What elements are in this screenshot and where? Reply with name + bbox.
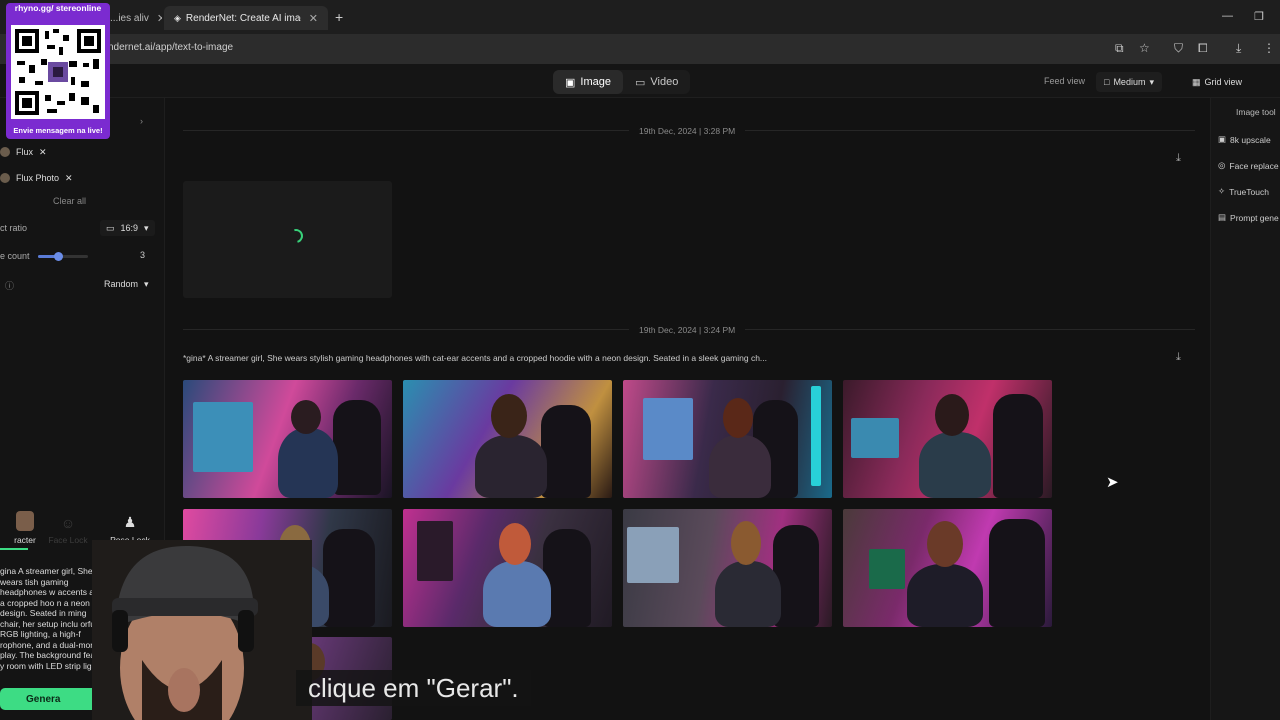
screen: ...ies aliv ✕ ◈ RenderNet: Create AI ima… <box>0 0 1280 720</box>
generated-image[interactable] <box>623 380 832 498</box>
group-date: 19th Dec, 2024 | 3:24 PM <box>629 325 746 335</box>
model-avatar <box>0 173 10 183</box>
generated-image[interactable] <box>843 380 1052 498</box>
tool-label: TrueTouch <box>1229 186 1269 197</box>
face-lock-button[interactable]: ☺ Face Lock <box>43 506 93 548</box>
square-icon: □ <box>1104 77 1110 87</box>
group-prompt: *gina* A streamer girl, She wears stylis… <box>183 353 768 363</box>
image-count-value: 3 <box>140 250 146 260</box>
group-date: 19th Dec, 2024 | 3:28 PM <box>629 126 746 136</box>
lock-label: Face Lock <box>48 535 88 545</box>
character-icon <box>16 511 34 531</box>
chevron-right-icon[interactable]: › <box>140 116 143 126</box>
model-avatar <box>0 147 10 157</box>
generated-image[interactable] <box>403 509 612 627</box>
seed-dropdown[interactable]: Random ▾ <box>98 276 155 292</box>
generated-image[interactable] <box>623 509 832 627</box>
face-replace-icon: ◎ <box>1218 160 1226 170</box>
active-indicator <box>0 548 28 550</box>
chevron-down-icon: ▾ <box>144 278 149 289</box>
bookmark-star-icon[interactable]: ☆ <box>1139 41 1150 55</box>
qr-footer: Envie mensagem na live! <box>13 126 103 135</box>
cast-icon[interactable]: ⧉ <box>1115 41 1124 56</box>
download-icon[interactable]: ⤓ <box>1176 152 1181 165</box>
generated-image[interactable] <box>403 380 612 498</box>
clear-all-button[interactable]: Clear all <box>53 196 86 206</box>
tool-face-replace[interactable]: ◎ Face replace <box>1218 160 1279 171</box>
minimize-icon[interactable]: — <box>1222 10 1233 22</box>
generated-image[interactable] <box>183 380 392 498</box>
chevron-down-icon: ▾ <box>144 222 149 233</box>
mode-label: Image <box>580 76 611 88</box>
tool-upscale[interactable]: ▣ 8k upscale <box>1218 134 1271 145</box>
loading-card <box>183 181 392 298</box>
close-icon[interactable]: ✕ <box>309 12 318 25</box>
grid-view-label: Grid view <box>1204 77 1243 87</box>
generate-button[interactable]: Genera <box>0 688 100 710</box>
feed-view-label: Feed view <box>1044 76 1086 86</box>
tool-label: Face replace <box>1229 160 1279 171</box>
seed-value: Random <box>104 279 139 289</box>
prompt-gen-icon: ▤ <box>1218 212 1227 222</box>
face-icon: ☺ <box>60 515 76 531</box>
tool-label: 8k upscale <box>1230 134 1271 145</box>
size-label: Medium <box>1113 77 1146 87</box>
url-field[interactable]: ndernet.ai/app/text-to-image <box>108 42 233 53</box>
tab-label: RenderNet: Create AI images w <box>185 12 301 24</box>
tool-label: Prompt gene <box>1230 212 1279 223</box>
tool-truetouch[interactable]: ✧ TrueTouch <box>1218 186 1269 197</box>
subtitle: clique em "Gerar". <box>296 670 531 706</box>
close-icon[interactable]: ✕ <box>65 173 73 184</box>
mouse-cursor-icon: ➤ <box>1106 474 1119 491</box>
prompt-textarea[interactable]: gina A streamer girl, She wears tish gam… <box>0 566 104 676</box>
image-count-label: e count <box>0 251 30 261</box>
qr-header: rhyno.gg/ stereonline <box>14 3 102 13</box>
model-chip[interactable]: Flux Photo ✕ <box>0 169 73 187</box>
new-tab-icon[interactable]: + <box>335 9 343 25</box>
webcam-overlay <box>92 540 312 720</box>
grid-icon: ▦ <box>1192 76 1201 87</box>
pose-icon: ♟ <box>123 514 137 530</box>
qr-code <box>11 25 105 119</box>
rendernet-favicon-icon: ◈ <box>174 12 181 23</box>
shield-icon[interactable]: ⛉ <box>1174 41 1183 56</box>
video-icon: ▭ <box>634 76 646 89</box>
image-tools-title: Image tool <box>1236 107 1276 117</box>
tool-prompt-generator[interactable]: ▤ Prompt gene <box>1218 212 1279 223</box>
grid-view-button[interactable]: ▦ Grid view <box>1184 72 1250 92</box>
truetouch-icon: ✧ <box>1218 186 1226 196</box>
browser-tab-active[interactable]: ◈ RenderNet: Create AI images w ✕ <box>164 6 328 30</box>
generated-image[interactable] <box>843 509 1052 627</box>
tab-label: ...ies aliv <box>110 12 149 24</box>
close-icon[interactable]: ✕ <box>39 147 47 158</box>
aspect-ratio-dropdown[interactable]: ▭ 16:9 ▾ <box>100 220 155 236</box>
aspect-ratio-value: 16:9 <box>120 223 139 233</box>
size-dropdown[interactable]: □ Medium ▾ <box>1096 72 1162 92</box>
chevron-down-icon: ▾ <box>1149 76 1154 87</box>
extensions-icon[interactable]: ⧠ <box>1198 41 1208 56</box>
mode-label: Video <box>650 76 679 88</box>
mode-video-button[interactable]: ▭ Video <box>623 70 690 94</box>
info-icon[interactable]: ⓘ <box>5 279 14 292</box>
download-icon[interactable]: ⤓ <box>1236 41 1241 56</box>
restore-icon[interactable]: ❐ <box>1254 10 1264 23</box>
aspect-ratio-label: ct ratio <box>0 223 28 233</box>
generate-label: Genera <box>26 693 61 705</box>
model-label: Flux <box>16 147 34 157</box>
image-count-slider-handle[interactable] <box>54 252 63 261</box>
model-chip[interactable]: Flux ✕ <box>0 143 47 161</box>
close-icon[interactable]: ✕ <box>157 12 162 25</box>
lock-label: racter <box>14 535 36 545</box>
download-icon[interactable]: ⤓ <box>1176 351 1181 364</box>
image-icon: ▣ <box>565 76 576 89</box>
menu-icon[interactable]: ⋮ <box>1263 41 1275 55</box>
ratio-icon: ▭ <box>106 222 115 233</box>
model-label: Flux Photo <box>16 173 60 183</box>
mode-switch: ▣ Image ▭ Video <box>553 70 691 94</box>
upscale-icon: ▣ <box>1218 134 1227 144</box>
mode-image-button[interactable]: ▣ Image <box>553 70 623 94</box>
